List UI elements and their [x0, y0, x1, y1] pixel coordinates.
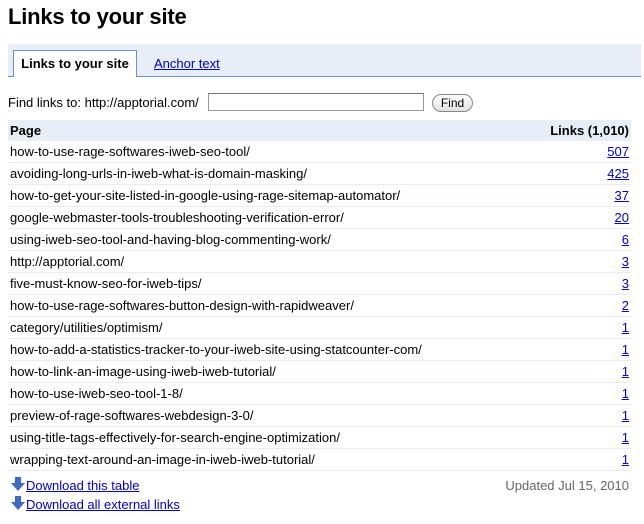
table-row: how-to-link-an-image-using-iweb-iweb-tut…	[8, 360, 631, 383]
links-count-cell: 1	[527, 382, 631, 405]
links-count-cell: 2	[527, 294, 631, 317]
page-url-cell: category/utilities/optimism/	[8, 316, 528, 339]
table-row: five-must-know-seo-for-iweb-tips/3	[8, 272, 631, 295]
table-row: wrapping-text-around-an-image-in-iweb-iw…	[8, 448, 631, 471]
find-links-input[interactable]	[208, 93, 424, 111]
find-links-label: Find links to: http://apptorial.com/	[8, 95, 199, 110]
download-table-link[interactable]: Download this table	[26, 478, 139, 493]
tab-anchor-text[interactable]: Anchor text	[154, 56, 220, 71]
page-url-cell: preview-of-rage-softwares-webdesign-3-0/	[8, 404, 528, 427]
table-row: how-to-use-rage-softwares-button-design-…	[8, 294, 631, 317]
table-header-row: Page Links (1,010)	[8, 120, 631, 141]
links-count-link[interactable]: 20	[615, 210, 629, 225]
page-url-cell: five-must-know-seo-for-iweb-tips/	[8, 272, 528, 295]
links-count-cell: 1	[527, 360, 631, 383]
download-external-links-link[interactable]: Download all external links	[26, 497, 180, 512]
links-count-link[interactable]: 507	[607, 144, 629, 159]
page-url-cell: how-to-link-an-image-using-iweb-iweb-tut…	[8, 360, 528, 383]
find-button[interactable]: Find	[432, 94, 473, 112]
links-count-cell: 1	[527, 338, 631, 361]
page-url-cell: how-to-use-rage-softwares-iweb-seo-tool/	[8, 141, 528, 163]
page-title: Links to your site	[8, 4, 187, 29]
table-row: how-to-use-iweb-seo-tool-1-8/1	[8, 382, 631, 405]
download-arrow-icon	[11, 495, 25, 510]
links-count-cell: 425	[527, 162, 631, 185]
table-row: using-iweb-seo-tool-and-having-blog-comm…	[8, 228, 631, 251]
updated-date: Updated Jul 15, 2010	[505, 478, 629, 493]
page-url-cell: how-to-add-a-statistics-tracker-to-your-…	[8, 338, 528, 361]
links-count-link[interactable]: 2	[622, 298, 629, 313]
page-url-cell: how-to-use-iweb-seo-tool-1-8/	[8, 382, 528, 405]
links-count-cell: 507	[527, 141, 631, 163]
links-count-cell: 3	[527, 250, 631, 273]
table-row: category/utilities/optimism/1	[8, 316, 631, 339]
links-count-link[interactable]: 6	[622, 232, 629, 247]
links-count-link[interactable]: 1	[622, 320, 629, 335]
tab-links-to-your-site[interactable]: Links to your site	[13, 50, 137, 77]
table-row: avoiding-long-urls-in-iweb-what-is-domai…	[8, 162, 631, 185]
column-header-links[interactable]: Links (1,010)	[527, 120, 631, 141]
links-count-link[interactable]: 1	[622, 430, 629, 445]
links-count-cell: 20	[527, 206, 631, 229]
links-count-link[interactable]: 1	[622, 342, 629, 357]
download-table-link-row: Download this table	[11, 476, 139, 493]
table-row: preview-of-rage-softwares-webdesign-3-0/…	[8, 404, 631, 427]
table-row: how-to-get-your-site-listed-in-google-us…	[8, 184, 631, 207]
links-count-link[interactable]: 1	[622, 364, 629, 379]
links-count-cell: 1	[527, 426, 631, 449]
page-url-cell: wrapping-text-around-an-image-in-iweb-iw…	[8, 448, 528, 471]
table-row: http://apptorial.com/3	[8, 250, 631, 273]
page-url-cell: google-webmaster-tools-troubleshooting-v…	[8, 206, 528, 229]
page-url-cell: how-to-get-your-site-listed-in-google-us…	[8, 184, 528, 207]
table-row: how-to-add-a-statistics-tracker-to-your-…	[8, 338, 631, 361]
table-row: using-title-tags-effectively-for-search-…	[8, 426, 631, 449]
links-table: Page Links (1,010) how-to-use-rage-softw…	[8, 120, 631, 471]
links-count-cell: 1	[527, 448, 631, 471]
links-count-link[interactable]: 37	[615, 188, 629, 203]
page-url-cell: avoiding-long-urls-in-iweb-what-is-domai…	[8, 162, 528, 185]
page-url-cell: using-title-tags-effectively-for-search-…	[8, 426, 528, 449]
links-count-link[interactable]: 3	[622, 276, 629, 291]
column-header-page[interactable]: Page	[8, 120, 528, 141]
links-count-cell: 6	[527, 228, 631, 251]
links-count-link[interactable]: 1	[622, 452, 629, 467]
page-url-cell: how-to-use-rage-softwares-button-design-…	[8, 294, 528, 317]
links-count-cell: 1	[527, 404, 631, 427]
download-external-link-row: Download all external links	[11, 495, 180, 512]
links-count-link[interactable]: 1	[622, 386, 629, 401]
page-url-cell: http://apptorial.com/	[8, 250, 528, 273]
links-count-link[interactable]: 1	[622, 408, 629, 423]
links-count-cell: 37	[527, 184, 631, 207]
table-row: how-to-use-rage-softwares-iweb-seo-tool/…	[8, 141, 631, 163]
tab-bar: Links to your site Anchor text	[8, 44, 641, 77]
links-count-link[interactable]: 425	[607, 166, 629, 181]
links-count-cell: 3	[527, 272, 631, 295]
page-url-cell: using-iweb-seo-tool-and-having-blog-comm…	[8, 228, 528, 251]
download-arrow-icon	[11, 476, 25, 491]
links-count-link[interactable]: 3	[622, 254, 629, 269]
table-row: google-webmaster-tools-troubleshooting-v…	[8, 206, 631, 229]
links-count-cell: 1	[527, 316, 631, 339]
